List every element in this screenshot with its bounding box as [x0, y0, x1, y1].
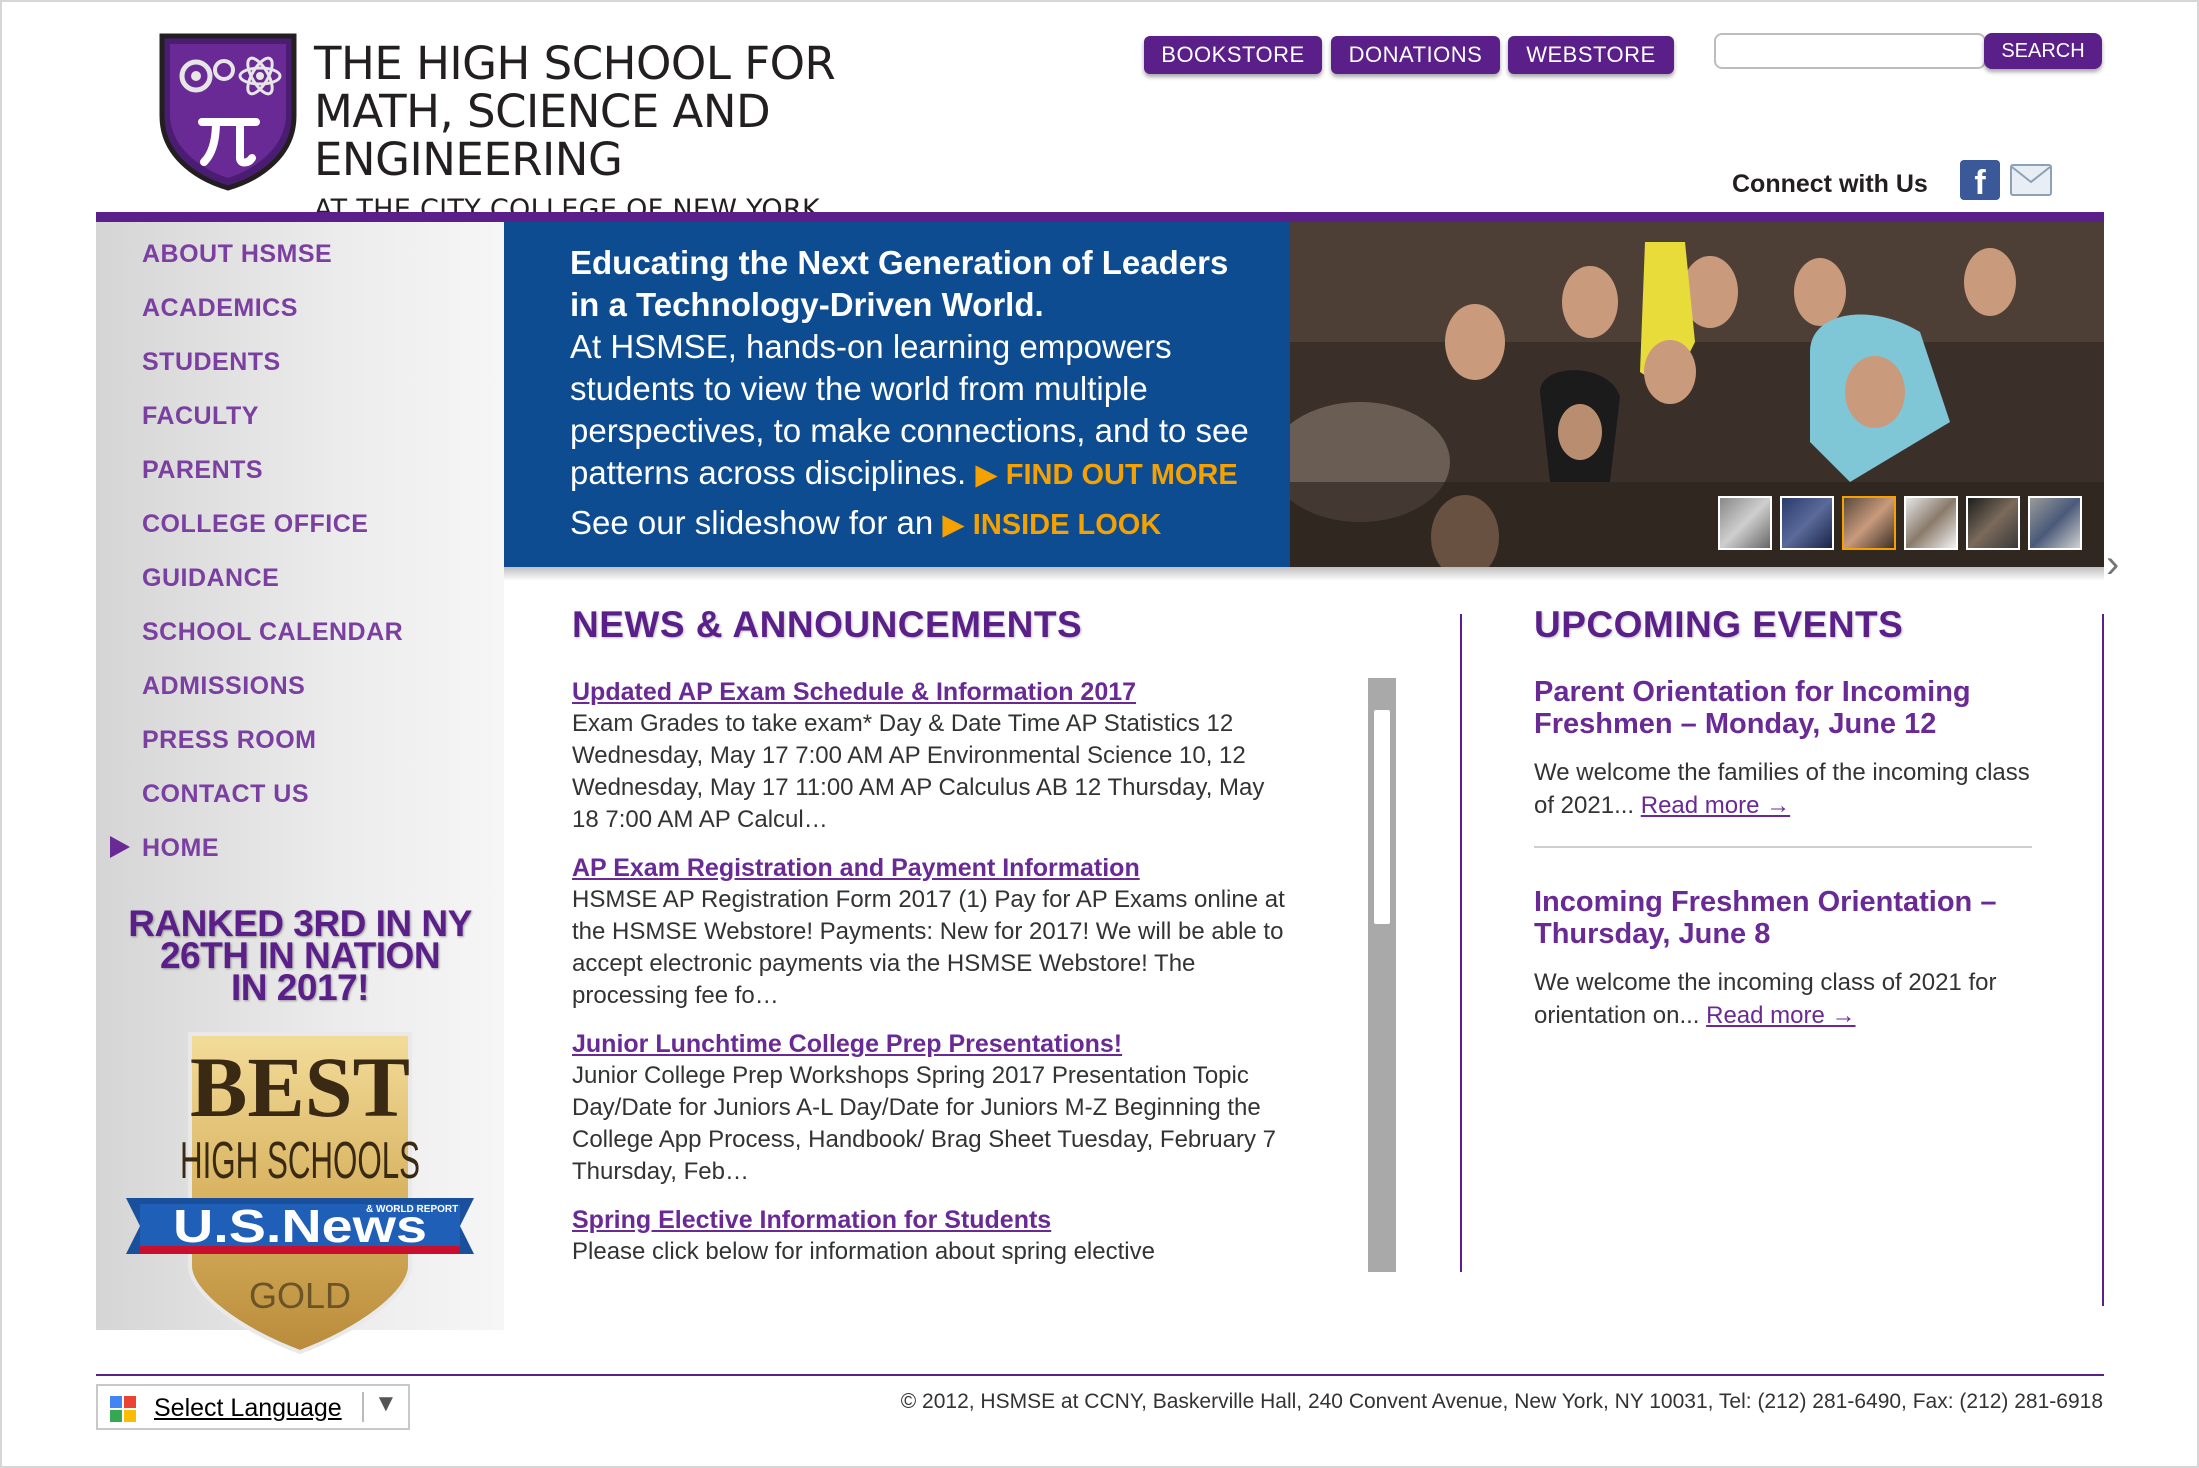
- list-item: Updated AP Exam Schedule & Information 2…: [572, 676, 1292, 836]
- badge-best: BEST: [190, 1039, 410, 1135]
- header-divider: [96, 212, 2104, 222]
- inside-look-link[interactable]: ▶ INSIDE LOOK: [942, 509, 1161, 541]
- list-item: Junior Lunchtime College Prep Presentati…: [572, 1028, 1292, 1188]
- play-arrow-icon: ▶: [942, 509, 965, 541]
- events-section-title: UPCOMING EVENTS: [1534, 604, 1904, 645]
- nav-guidance[interactable]: GUIDANCE: [142, 564, 279, 593]
- read-more-link[interactable]: Read more →: [1706, 1002, 1855, 1029]
- school-name-line2: Math, Science and Engineering: [314, 85, 771, 186]
- google-translate-icon: [110, 1396, 136, 1422]
- language-select-label: Select Language: [154, 1394, 342, 1422]
- hero-heading-line1: Educating the Next Generation of Leaders: [570, 244, 1229, 281]
- dropdown-arrow-icon: ▼: [374, 1390, 398, 1417]
- news-item-link[interactable]: Updated AP Exam Schedule & Information 2…: [572, 676, 1292, 708]
- slideshow-text: See our slideshow for an: [570, 504, 934, 541]
- news-item-link[interactable]: Junior Lunchtime College Prep Presentati…: [572, 1028, 1292, 1060]
- logo-shield-icon[interactable]: [156, 30, 300, 192]
- slideshow-thumbnail-1[interactable]: [1718, 496, 1772, 550]
- nav-school-calendar[interactable]: SCHOOL CALENDAR: [142, 618, 403, 647]
- slideshow-thumbnail-3[interactable]: [1842, 496, 1896, 550]
- badge-gold: GOLD: [249, 1275, 351, 1316]
- news-item-excerpt: Junior College Prep Workshops Spring 201…: [572, 1062, 1276, 1185]
- nav-students[interactable]: STUDENTS: [142, 348, 281, 377]
- nav-press-room[interactable]: PRESS ROOM: [142, 726, 316, 755]
- slideshow-thumbnail-5[interactable]: [1966, 496, 2020, 550]
- ranking-banner: RANKED 3RD IN NY 26TH IN NATION IN 2017!: [96, 905, 504, 1008]
- news-item-link[interactable]: Spring Elective Information for Students: [572, 1204, 1292, 1236]
- nav-academics[interactable]: ACADEMICS: [142, 294, 298, 323]
- list-item: AP Exam Registration and Payment Informa…: [572, 852, 1292, 1012]
- nav-admissions[interactable]: ADMISSIONS: [142, 672, 305, 701]
- best-high-schools-badge[interactable]: BEST HIGH SCHOOLS & WORLD REPORT U.S.New…: [120, 1030, 480, 1356]
- nav-parents[interactable]: PARENTS: [142, 456, 263, 485]
- news-list: Updated AP Exam Schedule & Information 2…: [572, 676, 1292, 1272]
- copyright-text: © 2012, HSMSE at CCNY, Baskerville Hall,…: [900, 1390, 2103, 1413]
- ranking-line3: IN 2017!: [231, 967, 369, 1008]
- list-item: Spring Elective Information for Students…: [572, 1204, 1292, 1268]
- language-select-separator: [362, 1392, 364, 1422]
- event-separator: [1534, 846, 2032, 848]
- news-item-excerpt: Please click below for information about…: [572, 1238, 1155, 1265]
- email-icon[interactable]: [2010, 160, 2052, 200]
- hero-heading-line2: in a Technology-Driven World.: [570, 286, 1044, 323]
- search-button[interactable]: SEARCH: [1984, 33, 2102, 69]
- find-out-more-link[interactable]: ▶ FIND OUT MORE: [975, 459, 1237, 491]
- slideshow-thumbnail-6[interactable]: [2028, 496, 2082, 550]
- school-name-line1: The High School for: [314, 37, 836, 90]
- news-section-title: NEWS & ANNOUNCEMENTS: [572, 604, 1083, 645]
- event-title[interactable]: Incoming Freshmen Orientation – Thursday…: [1534, 886, 2054, 950]
- nav-contact-us[interactable]: CONTACT US: [142, 780, 309, 809]
- badge-usnews: U.S.News: [173, 1200, 427, 1252]
- donations-button[interactable]: DONATIONS: [1331, 36, 1500, 74]
- slideshow-thumbnail-2[interactable]: [1780, 496, 1834, 550]
- hero-panel: Educating the Next Generation of Leaders…: [504, 222, 1290, 567]
- play-arrow-icon: [110, 836, 130, 858]
- hero-slideshow-line: See our slideshow for an ▶ INSIDE LOOK: [570, 502, 1270, 546]
- column-divider: [1460, 614, 1462, 1272]
- slideshow-thumbnail-4[interactable]: [1904, 496, 1958, 550]
- inside-look-label: INSIDE LOOK: [972, 509, 1162, 541]
- news-scrollbar-thumb[interactable]: [1374, 710, 1390, 924]
- hero-heading: Educating the Next Generation of Leaders…: [570, 242, 1270, 326]
- hero-shadow: [504, 567, 2104, 581]
- read-more-link[interactable]: Read more →: [1641, 792, 1790, 819]
- hero-body: At HSMSE, hands-on learning empowers stu…: [570, 326, 1270, 496]
- bookstore-button[interactable]: BOOKSTORE: [1144, 36, 1322, 74]
- school-name[interactable]: The High School for Math, Science and En…: [314, 37, 1014, 226]
- event-description: We welcome the incoming class of 2021 fo…: [1534, 966, 2054, 1032]
- find-out-more-label: FIND OUT MORE: [1005, 459, 1238, 491]
- play-arrow-icon: ▶: [975, 459, 998, 491]
- search-input[interactable]: [1714, 33, 1986, 69]
- news-item-excerpt: Exam Grades to take exam* Day & Date Tim…: [572, 710, 1265, 833]
- nav-college-office[interactable]: COLLEGE OFFICE: [142, 510, 368, 539]
- nav-faculty[interactable]: FACULTY: [142, 402, 259, 431]
- nav-home[interactable]: HOME: [142, 834, 219, 863]
- sidebar: ABOUT HSMSE ACADEMICS STUDENTS FACULTY P…: [96, 222, 504, 1355]
- badge-high-schools: HIGH SCHOOLS: [180, 1132, 420, 1190]
- event-description: We welcome the families of the incoming …: [1534, 756, 2054, 822]
- language-select[interactable]: Select Language ▼: [96, 1384, 410, 1430]
- news-item-excerpt: HSMSE AP Registration Form 2017 (1) Pay …: [572, 886, 1285, 1009]
- chevron-right-icon[interactable]: ›: [2106, 542, 2119, 587]
- right-border: [2102, 614, 2104, 1306]
- nav-about-hsmse[interactable]: ABOUT HSMSE: [142, 240, 332, 269]
- footer-divider: [96, 1374, 2104, 1376]
- event-title[interactable]: Parent Orientation for Incoming Freshmen…: [1534, 676, 2054, 740]
- webstore-button[interactable]: WEBSTORE: [1508, 36, 1674, 74]
- facebook-icon[interactable]: f: [1960, 160, 2000, 202]
- connect-label: Connect with Us: [1732, 170, 1928, 198]
- news-item-link[interactable]: AP Exam Registration and Payment Informa…: [572, 852, 1292, 884]
